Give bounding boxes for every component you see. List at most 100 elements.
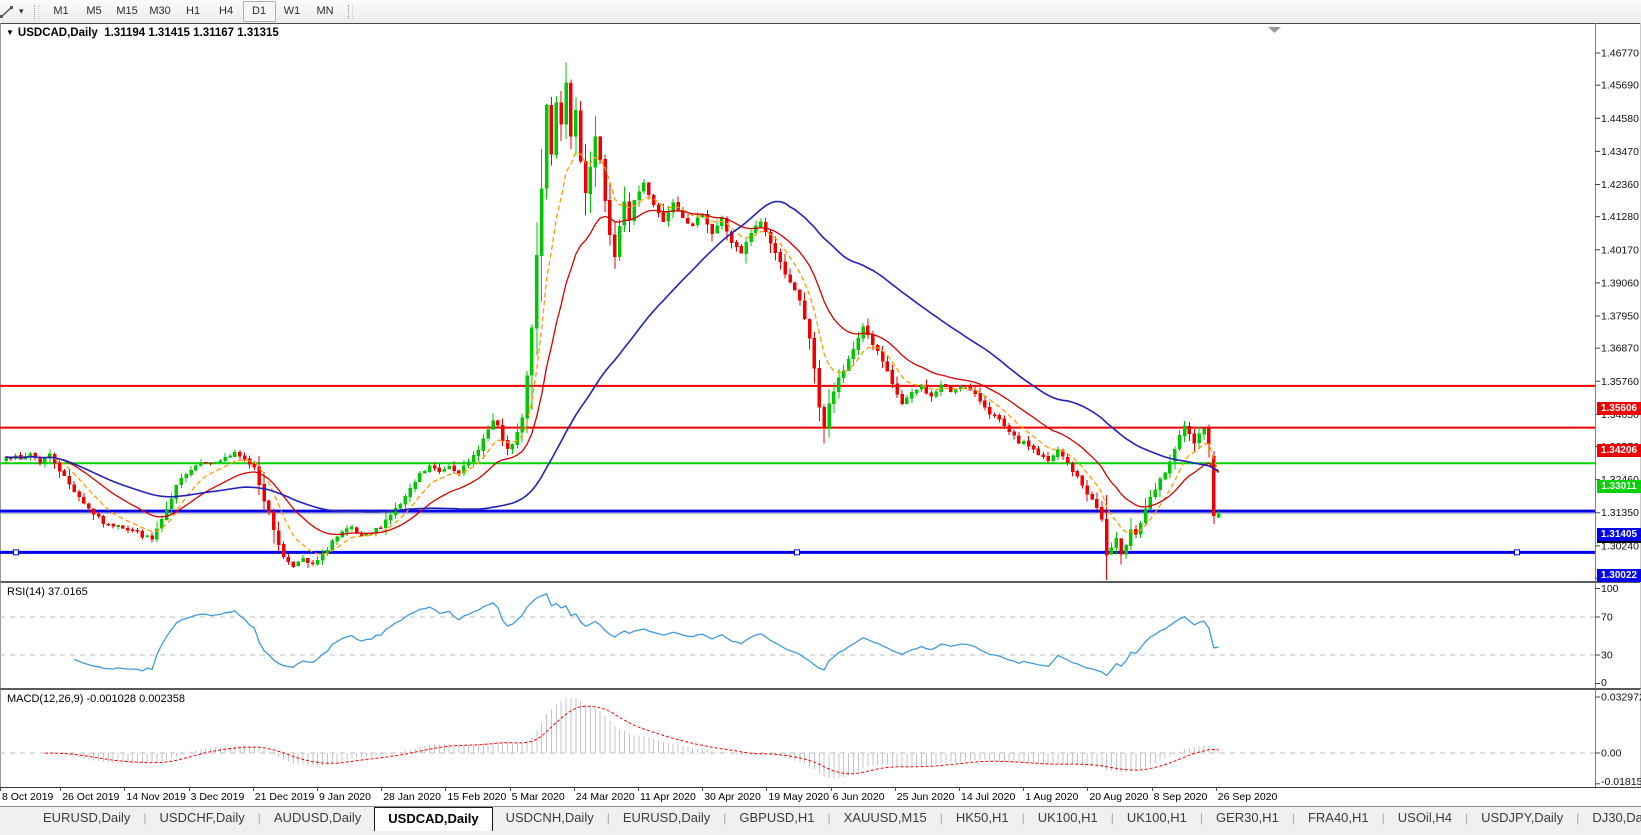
chart-tab-ger30-h1[interactable]: GER30,H1 [1203, 807, 1292, 829]
date-tick [0, 788, 1, 791]
rsi-tick-label: 30 [1601, 650, 1613, 662]
trendline-tool-icon[interactable] [1, 4, 17, 20]
main-price-chart[interactable]: 1.467701.456901.445801.434701.423601.412… [0, 23, 1641, 582]
date-tick [638, 788, 639, 791]
date-tick [124, 788, 125, 791]
rsi-tick-label: 100 [1601, 583, 1619, 595]
rsi-tick-label: 0 [1601, 677, 1607, 689]
macd-indicator-label: MACD(12,26,9) -0.001028 0.002358 [7, 693, 185, 705]
slow-moving-average-line[interactable] [6, 202, 1219, 512]
date-tick [317, 788, 318, 791]
date-label: 5 Mar 2020 [512, 791, 565, 803]
chart-tab-usdchf-daily[interactable]: USDCHF,Daily [147, 807, 258, 829]
date-label: 20 Aug 2020 [1089, 791, 1148, 803]
macd-tick-label: 0.00 [1601, 748, 1622, 760]
price-tick-label: 1.46770 [1601, 48, 1639, 60]
line-selection-handle[interactable] [1515, 550, 1520, 555]
date-tick [895, 788, 896, 791]
date-label: 24 Mar 2020 [576, 791, 635, 803]
candlesticks[interactable] [5, 62, 1221, 580]
chart-tab-usdjpy-daily[interactable]: USDJPY,Daily [1468, 807, 1576, 829]
date-tick [1152, 788, 1153, 791]
dropdown-caret-icon[interactable]: ▾ [19, 6, 24, 17]
chart-tab-fra40-h1[interactable]: FRA40,H1 [1295, 807, 1382, 829]
chart-title: ▼USDCAD,Daily 1.31194 1.31415 1.31167 1.… [6, 27, 279, 39]
date-tick [60, 788, 61, 791]
price-tick-label: 1.35760 [1601, 376, 1639, 388]
date-tick [445, 788, 446, 791]
medium-moving-average-line[interactable] [6, 210, 1219, 534]
level-price-flag: 1.35606 [1597, 402, 1641, 415]
date-label: 14 Jul 2020 [961, 791, 1015, 803]
date-tick [1216, 788, 1217, 791]
level-price-flag: 1.34206 [1597, 444, 1641, 457]
macd-histogram [6, 698, 1219, 779]
date-tick [253, 788, 254, 791]
timeframe-button-W1[interactable]: W1 [276, 1, 309, 22]
price-tick-label: 1.42360 [1601, 179, 1639, 191]
macd-tick-label: -0.018154 [1601, 776, 1641, 788]
level-price-flag: 1.33011 [1597, 480, 1641, 493]
chart-tab-eurusd-daily[interactable]: EURUSD,Daily [30, 807, 143, 829]
level-price-flag: 1.30022 [1597, 569, 1641, 582]
timeframe-button-H4[interactable]: H4 [210, 1, 243, 22]
date-label: 30 Apr 2020 [704, 791, 761, 803]
rsi-line [74, 594, 1218, 676]
date-label: 15 Feb 2020 [447, 791, 506, 803]
window-menu-icon[interactable]: ▼ [6, 28, 14, 37]
fast-moving-average-line[interactable] [6, 152, 1219, 554]
timeframe-button-MN[interactable]: MN [309, 1, 342, 22]
date-tick [702, 788, 703, 791]
chart-tab-usdcnh-daily[interactable]: USDCNH,Daily [493, 807, 607, 829]
chart-tab-usoil-h4[interactable]: USOil,H4 [1385, 807, 1465, 829]
chart-tab-uk100-h1[interactable]: UK100,H1 [1114, 807, 1200, 829]
price-tick-label: 1.39060 [1601, 277, 1639, 289]
timeframe-button-M30[interactable]: M30 [144, 1, 177, 22]
chart-tab-gbpusd-h1[interactable]: GBPUSD,H1 [726, 807, 827, 829]
date-tick [1023, 788, 1024, 791]
date-tick [766, 788, 767, 791]
date-label: 8 Sep 2020 [1154, 791, 1208, 803]
timeframe-button-M1[interactable]: M1 [45, 1, 78, 22]
chart-tabs: EURUSD,Daily|USDCHF,Daily|AUDUSD,DailyUS… [30, 807, 1641, 831]
date-label: 3 Dec 2019 [191, 791, 245, 803]
chart-tab-hk50-h1[interactable]: HK50,H1 [943, 807, 1022, 829]
date-label: 28 Jan 2020 [383, 791, 441, 803]
toolbar-grip[interactable] [34, 5, 39, 19]
date-tick [381, 788, 382, 791]
date-label: 26 Oct 2019 [62, 791, 119, 803]
date-label: 21 Dec 2019 [255, 791, 315, 803]
rsi-panel[interactable]: 100 70 30 0 [0, 582, 1641, 689]
chart-tab-dj30-daily[interactable]: DJ30,Daily [1579, 807, 1641, 829]
price-tick-label: 1.36870 [1601, 343, 1639, 355]
chart-tab-eurusd-daily[interactable]: EURUSD,Daily [610, 807, 723, 829]
price-tick-label: 1.44580 [1601, 113, 1639, 125]
date-tick [831, 788, 832, 791]
line-selection-handle[interactable] [795, 550, 800, 555]
trading-platform-window: ▾ M1M5M15M30H1H4D1W1MN 1.467701.456901.4… [0, 0, 1641, 835]
price-tick-label: 1.31350 [1601, 507, 1639, 519]
timeframe-button-D1[interactable]: D1 [243, 1, 276, 22]
chart-ohlc-values: 1.31194 1.31415 1.31167 1.31315 [104, 27, 279, 39]
chart-tab-audusd-daily[interactable]: AUDUSD,Daily [261, 807, 374, 829]
date-label: 25 Jun 2020 [897, 791, 955, 803]
line-selection-handle[interactable] [14, 550, 19, 555]
date-tick [574, 788, 575, 791]
date-label: 9 Jan 2020 [319, 791, 371, 803]
timeframe-button-group: M1M5M15M30H1H4D1W1MN [45, 1, 342, 22]
chart-region: 1.467701.456901.445801.434701.423601.412… [0, 23, 1641, 806]
chart-tab-xauusd-m15[interactable]: XAUUSD,M15 [831, 807, 940, 829]
date-label: 19 May 2020 [768, 791, 829, 803]
timeframe-button-M5[interactable]: M5 [78, 1, 111, 22]
chart-tab-usdcad-daily[interactable]: USDCAD,Daily [374, 807, 492, 831]
date-tick [510, 788, 511, 791]
chart-shift-marker-icon[interactable] [1268, 27, 1281, 33]
date-tick [959, 788, 960, 791]
toolbar-grip[interactable] [348, 5, 353, 19]
chart-tab-uk100-h1[interactable]: UK100,H1 [1025, 807, 1111, 829]
timeframe-button-M15[interactable]: M15 [111, 1, 144, 22]
timeframe-button-H1[interactable]: H1 [177, 1, 210, 22]
rsi-tick-label: 70 [1601, 612, 1613, 624]
macd-panel[interactable]: 0.0329720.00-0.018154 [0, 689, 1641, 788]
price-tick-label: 1.43470 [1601, 146, 1639, 158]
